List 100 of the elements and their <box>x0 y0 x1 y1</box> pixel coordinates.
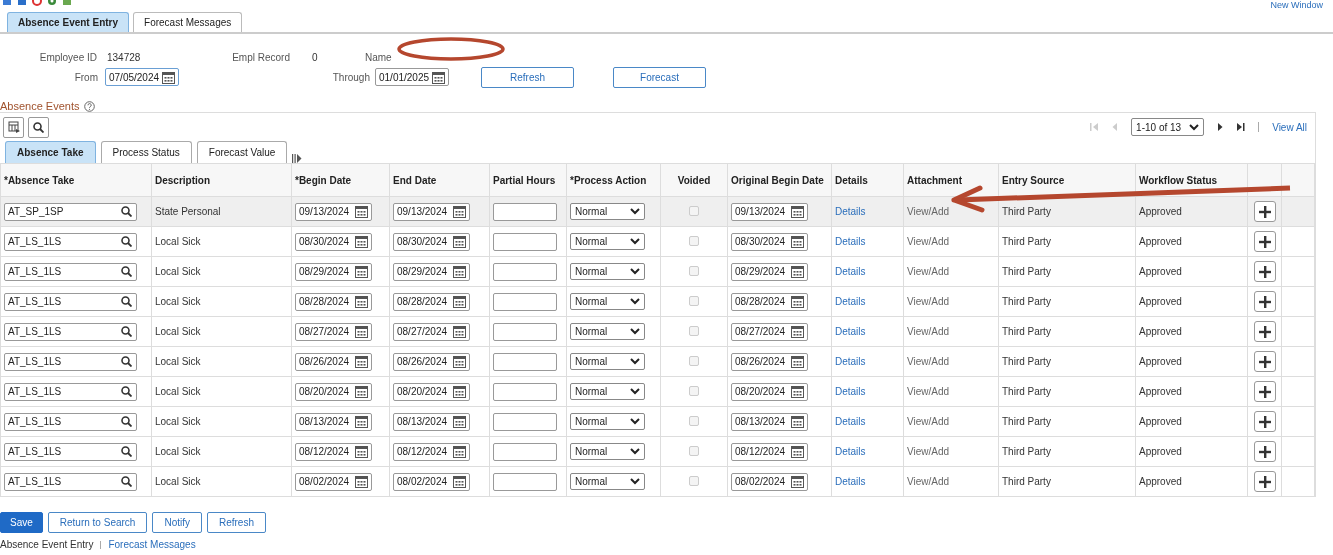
absence-take-field[interactable]: AT_SP_1SP <box>4 202 137 221</box>
date-field[interactable]: 08/27/2024 <box>393 322 470 341</box>
table-row[interactable]: AT_LS_1LS Local Sick 08/30/2024 08/30/2024 Normal 08/30/2024 Details View/Add Third Party Approved <box>0 226 1315 257</box>
date-field[interactable]: 08/13/2024 <box>731 412 808 431</box>
date-field[interactable]: 08/30/2024 <box>731 232 808 251</box>
details-link[interactable]: Details <box>835 266 866 277</box>
date-field[interactable]: 09/13/2024 <box>295 202 372 221</box>
date-field[interactable]: 08/13/2024 <box>295 412 372 431</box>
date-field[interactable]: 08/12/2024 <box>393 442 470 461</box>
absence-take-field[interactable]: AT_LS_1LS <box>4 292 137 311</box>
process-action-dropdown[interactable]: Normal <box>570 233 645 250</box>
process-action-dropdown[interactable]: Normal <box>570 263 645 280</box>
add-row-button[interactable] <box>1253 231 1276 252</box>
absence-take-field[interactable]: AT_LS_1LS <box>4 442 137 461</box>
attachment-link[interactable]: View/Add <box>907 416 950 427</box>
partial-hours-field[interactable] <box>493 262 557 281</box>
date-field[interactable]: 08/26/2024 <box>393 352 470 371</box>
details-link[interactable]: Details <box>835 386 866 397</box>
find-button[interactable] <box>28 116 49 138</box>
date-field[interactable]: 08/12/2024 <box>731 442 808 461</box>
add-row-button[interactable] <box>1253 201 1276 222</box>
date-field[interactable]: 01/01/2025 <box>375 68 449 86</box>
view-all-link[interactable]: View All <box>1272 121 1307 133</box>
partial-hours-field[interactable] <box>493 382 557 401</box>
table-row[interactable]: AT_LS_1LS Local Sick 08/13/2024 08/13/2024 Normal 08/13/2024 Details View/Add Third Party Approved <box>0 406 1315 437</box>
attachment-link[interactable]: View/Add <box>907 476 950 487</box>
footer-button[interactable]: Return to Search <box>47 512 148 533</box>
date-field[interactable]: 08/30/2024 <box>295 232 372 251</box>
details-link[interactable]: Details <box>835 416 866 427</box>
date-field[interactable]: 08/28/2024 <box>393 292 470 311</box>
process-action-dropdown[interactable]: Normal <box>570 323 645 340</box>
date-field[interactable]: 08/12/2024 <box>295 442 372 461</box>
add-row-button[interactable] <box>1253 351 1276 372</box>
date-field[interactable]: 08/20/2024 <box>731 382 808 401</box>
add-row-button[interactable] <box>1253 291 1276 312</box>
date-field[interactable]: 08/29/2024 <box>731 262 808 281</box>
date-field[interactable]: 08/26/2024 <box>731 352 808 371</box>
process-action-dropdown[interactable]: Normal <box>570 203 645 220</box>
table-row[interactable]: AT_LS_1LS Local Sick 08/27/2024 08/27/2024 Normal 08/27/2024 Details View/Add Third Party Approved <box>0 316 1315 347</box>
attachment-link[interactable]: View/Add <box>907 356 950 367</box>
footer-link[interactable]: Forecast Messages <box>108 539 196 550</box>
date-field[interactable]: 08/26/2024 <box>295 352 372 371</box>
grid-tab[interactable]: Forecast Value <box>196 141 288 163</box>
date-field[interactable]: 08/27/2024 <box>295 322 372 341</box>
page-tab[interactable]: Absence Event Entry <box>7 12 130 32</box>
details-link[interactable]: Details <box>835 206 866 217</box>
save-button[interactable]: Save <box>0 512 43 533</box>
refresh-button[interactable]: Refresh <box>481 66 574 88</box>
table-row[interactable]: AT_LS_1LS Local Sick 08/28/2024 08/28/2024 Normal 08/28/2024 Details View/Add Third Party Approved <box>0 286 1315 317</box>
add-row-button[interactable] <box>1253 381 1276 402</box>
partial-hours-field[interactable] <box>493 292 557 311</box>
date-field[interactable]: 09/13/2024 <box>731 202 808 221</box>
date-field[interactable]: 08/28/2024 <box>731 292 808 311</box>
partial-hours-field[interactable] <box>493 412 557 431</box>
attachment-link[interactable]: View/Add <box>907 236 950 247</box>
process-action-dropdown[interactable]: Normal <box>570 443 645 460</box>
footer-link[interactable]: Absence Event Entry <box>0 539 94 550</box>
absence-take-field[interactable]: AT_LS_1LS <box>4 352 137 371</box>
add-row-button[interactable] <box>1253 321 1276 342</box>
grid-tab[interactable]: Process Status <box>100 141 192 163</box>
grid-tab[interactable]: Absence Take <box>5 141 96 163</box>
details-link[interactable]: Details <box>835 446 866 457</box>
table-row[interactable]: AT_LS_1LS Local Sick 08/02/2024 08/02/2024 Normal 08/02/2024 Details View/Add Third Party Approved <box>0 466 1315 497</box>
absence-take-field[interactable]: AT_LS_1LS <box>4 232 137 251</box>
date-field[interactable]: 08/02/2024 <box>393 472 470 491</box>
table-row[interactable]: AT_LS_1LS Local Sick 08/26/2024 08/26/2024 Normal 08/26/2024 Details View/Add Third Party Approved <box>0 346 1315 377</box>
process-action-dropdown[interactable]: Normal <box>570 383 645 400</box>
absence-take-field[interactable]: AT_LS_1LS <box>4 412 137 431</box>
attachment-link[interactable]: View/Add <box>907 386 950 397</box>
partial-hours-field[interactable] <box>493 352 557 371</box>
page-tab[interactable]: Forecast Messages <box>133 12 243 32</box>
forecast-button[interactable]: Forecast <box>613 66 706 88</box>
date-field[interactable]: 08/27/2024 <box>731 322 808 341</box>
footer-button[interactable]: Refresh <box>206 512 266 533</box>
new-window-link[interactable]: New Window <box>1270 0 1323 11</box>
date-field[interactable]: 09/13/2024 <box>393 202 470 221</box>
date-field[interactable]: 08/02/2024 <box>295 472 372 491</box>
attachment-link[interactable]: View/Add <box>907 446 950 457</box>
add-row-button[interactable] <box>1253 441 1276 462</box>
table-row[interactable]: AT_LS_1LS Local Sick 08/20/2024 08/20/2024 Normal 08/20/2024 Details View/Add Third Party Approved <box>0 376 1315 407</box>
absence-take-field[interactable]: AT_LS_1LS <box>4 262 137 281</box>
page-range-dropdown[interactable]: 1-10 of 13 <box>1131 118 1205 136</box>
date-field[interactable]: 08/13/2024 <box>393 412 470 431</box>
add-row-button[interactable] <box>1253 471 1276 492</box>
partial-hours-field[interactable] <box>493 322 557 341</box>
absence-take-field[interactable]: AT_LS_1LS <box>4 472 137 491</box>
attachment-link[interactable]: View/Add <box>907 296 950 307</box>
partial-hours-field[interactable] <box>493 472 557 491</box>
process-action-dropdown[interactable]: Normal <box>570 293 645 310</box>
process-action-dropdown[interactable]: Normal <box>570 353 645 370</box>
table-row[interactable]: AT_SP_1SP State Personal 09/13/2024 09/13/2024 Normal 09/13/2024 Details View/Add Third Party Approved <box>0 196 1315 227</box>
partial-hours-field[interactable] <box>493 232 557 251</box>
partial-hours-field[interactable] <box>493 442 557 461</box>
details-link[interactable]: Details <box>835 476 866 487</box>
absence-take-field[interactable]: AT_LS_1LS <box>4 382 137 401</box>
details-link[interactable]: Details <box>835 296 866 307</box>
add-row-button[interactable] <box>1253 261 1276 282</box>
date-field[interactable]: 08/28/2024 <box>295 292 372 311</box>
personalize-button[interactable] <box>3 116 24 138</box>
date-field[interactable]: 08/20/2024 <box>393 382 470 401</box>
